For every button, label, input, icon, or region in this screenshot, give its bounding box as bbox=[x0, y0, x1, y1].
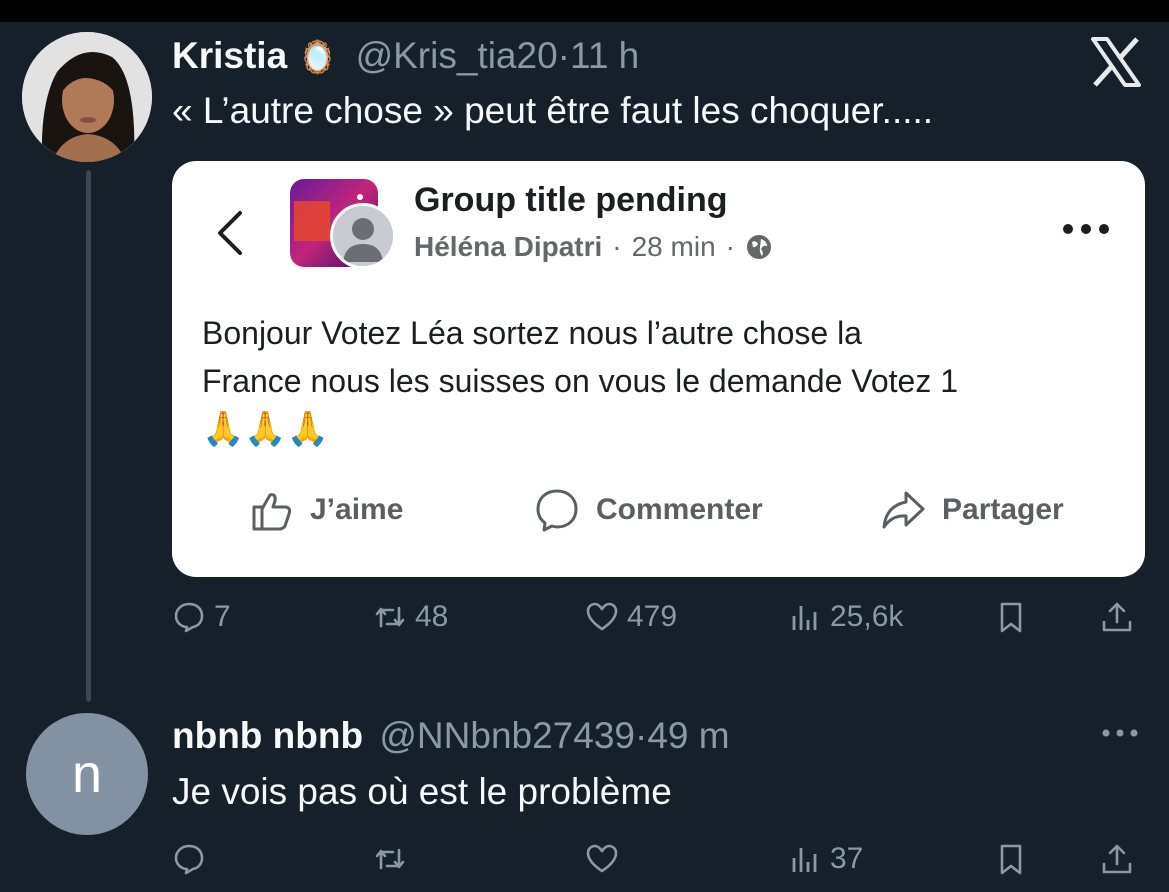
post-body-line: Bonjour Votez Léa sortez nous l’autre ch… bbox=[202, 315, 862, 351]
post-body: Bonjour Votez Léa sortez nous l’autre ch… bbox=[202, 309, 1122, 453]
heart-icon bbox=[586, 602, 618, 631]
reply-author-handle[interactable]: @NNbnb27439 bbox=[379, 715, 635, 756]
bookmark-icon bbox=[1000, 844, 1022, 875]
separator-dot: · bbox=[725, 231, 735, 262]
group-title[interactable]: Group title pending bbox=[414, 181, 728, 220]
separator-dot: · bbox=[557, 35, 570, 76]
separator-dot: · bbox=[612, 231, 622, 262]
post-author[interactable]: Héléna Dipatri bbox=[414, 231, 602, 263]
share-tweet-button[interactable] bbox=[1100, 842, 1134, 876]
tweet-text: « L’autre chose » peut être faut les cho… bbox=[172, 90, 934, 131]
reply-button[interactable]: 7 bbox=[172, 600, 231, 634]
like-label: J’aime bbox=[310, 493, 404, 526]
back-arrow-icon[interactable] bbox=[214, 209, 244, 257]
bookmark-icon bbox=[1000, 602, 1022, 633]
share-button[interactable]: Partager bbox=[880, 487, 1064, 533]
retweet-button[interactable]: 48 bbox=[373, 600, 448, 634]
author-handle[interactable]: @Kris_tia20 bbox=[356, 35, 558, 76]
post-body-emoji: 🙏🙏🙏 bbox=[202, 410, 330, 448]
like-tweet-button[interactable]: 479 bbox=[585, 600, 677, 634]
views-button[interactable]: 37 bbox=[788, 842, 863, 876]
share-tweet-button[interactable] bbox=[1100, 600, 1134, 634]
bookmark-button[interactable] bbox=[994, 842, 1028, 876]
comment-button[interactable]: Commenter bbox=[534, 487, 763, 533]
retweet-button[interactable] bbox=[373, 842, 407, 876]
separator-dot: · bbox=[635, 715, 648, 756]
avatar[interactable] bbox=[22, 32, 152, 162]
reply-button[interactable] bbox=[172, 842, 206, 876]
like-count: 479 bbox=[627, 600, 678, 633]
share-label: Partager bbox=[942, 493, 1064, 526]
share-upload-icon bbox=[1102, 844, 1132, 874]
reply-bubble-icon bbox=[174, 844, 204, 875]
embedded-post-card[interactable]: Group title pending Héléna Dipatri · 28 … bbox=[172, 161, 1145, 577]
author-name[interactable]: Kristia bbox=[172, 35, 287, 76]
more-options-icon[interactable] bbox=[1060, 221, 1112, 237]
retweet-count: 48 bbox=[415, 600, 449, 633]
views-count: 37 bbox=[830, 842, 864, 875]
share-arrow-icon bbox=[882, 491, 925, 529]
views-button[interactable]: 25,6k bbox=[788, 600, 903, 634]
comment-bubble-icon bbox=[536, 489, 578, 532]
analytics-bars-icon bbox=[792, 848, 817, 872]
globe-icon bbox=[746, 235, 771, 259]
mirror-badge-icon: 🪞 bbox=[297, 39, 338, 75]
post-body-line: France nous les suisses on vous le deman… bbox=[202, 363, 958, 399]
status-bar bbox=[0, 0, 1169, 22]
reply-bubble-icon bbox=[174, 602, 204, 633]
reply-text: Je vois pas où est le problème bbox=[172, 771, 672, 812]
x-logo-icon[interactable] bbox=[1090, 37, 1142, 87]
reply-count: 7 bbox=[214, 600, 231, 633]
retweet-icon bbox=[375, 848, 405, 870]
heart-icon bbox=[586, 844, 618, 873]
tweet-header: Kristia 🪞 @Kris_tia20·11 h bbox=[172, 34, 639, 79]
reply-author-name[interactable]: nbnb nbnb bbox=[172, 715, 363, 756]
post-time: 28 min bbox=[631, 231, 716, 262]
reply-avatar[interactable]: n bbox=[26, 713, 148, 835]
share-upload-icon bbox=[1102, 602, 1132, 632]
retweet-icon bbox=[375, 606, 405, 628]
tweet-action-bar: 7 48 479 25,6k bbox=[0, 600, 1169, 650]
reply-time[interactable]: 49 m bbox=[647, 715, 729, 756]
more-options-icon[interactable] bbox=[1098, 722, 1142, 744]
like-tweet-button[interactable] bbox=[585, 842, 619, 876]
like-button[interactable]: J’aime bbox=[248, 487, 403, 533]
comment-label: Commenter bbox=[596, 493, 763, 526]
bookmark-button[interactable] bbox=[994, 600, 1028, 634]
tweet-time[interactable]: 11 h bbox=[570, 35, 639, 76]
post-actions: J’aime Commenter Partager bbox=[172, 487, 1145, 537]
post-meta: Héléna Dipatri · 28 min · bbox=[414, 231, 773, 263]
views-count: 25,6k bbox=[830, 600, 904, 633]
reply-header: nbnb nbnb @NNbnb27439·49 m bbox=[172, 714, 730, 758]
author-profile-picture[interactable] bbox=[330, 203, 396, 269]
thumbs-up-icon bbox=[252, 493, 292, 531]
analytics-bars-icon bbox=[792, 606, 817, 630]
reply-action-bar: 37 bbox=[0, 842, 1169, 892]
